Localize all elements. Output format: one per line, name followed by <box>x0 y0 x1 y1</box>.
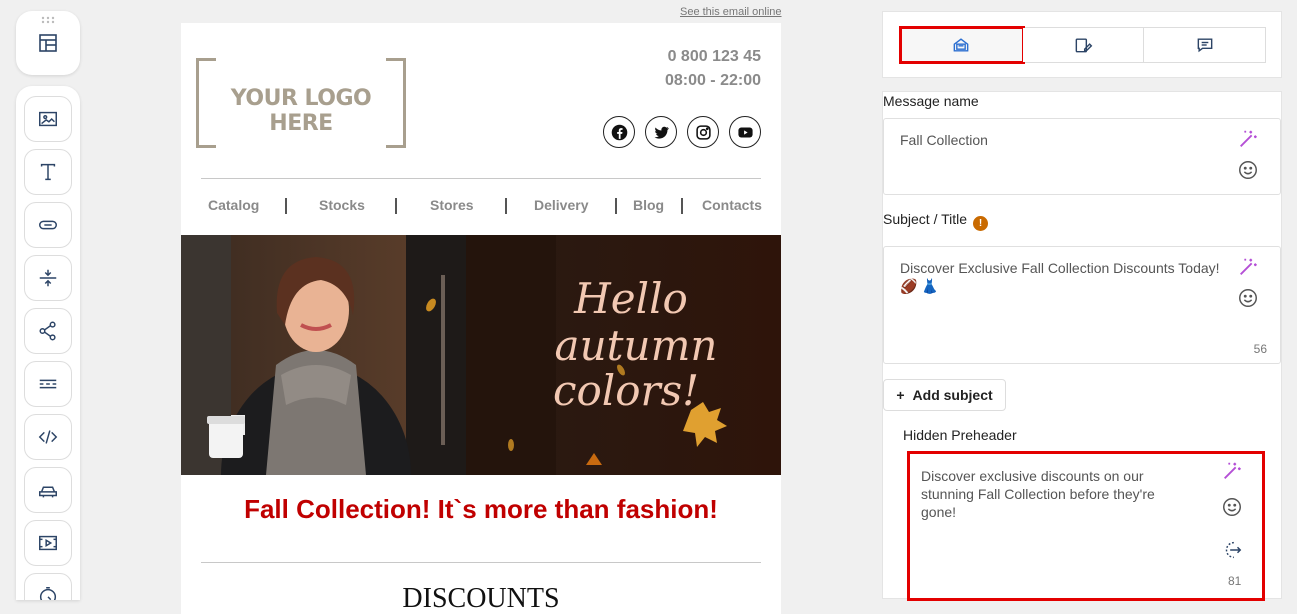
tab-comments[interactable] <box>1144 28 1266 62</box>
comments-icon <box>1197 38 1213 53</box>
message-name-field[interactable]: Fall Collection <box>883 118 1281 195</box>
image-icon <box>39 111 57 127</box>
preview-icon <box>1075 38 1093 53</box>
ai-magic-wand-icon[interactable] <box>1237 128 1259 150</box>
insert-variable-icon[interactable] <box>1221 539 1243 561</box>
subject-label: Subject / Title! <box>883 211 989 231</box>
menu-separator <box>505 198 507 214</box>
settings-tabs-card <box>882 11 1282 78</box>
menu-item-catalog[interactable]: Catalog <box>208 197 259 213</box>
divider-block-button[interactable] <box>24 361 72 407</box>
subject-value: Discover Exclusive Fall Collection Disco… <box>900 260 1220 294</box>
ai-magic-wand-icon[interactable] <box>1237 256 1259 278</box>
text-icon <box>40 163 56 181</box>
logo-placeholder[interactable]: YOUR LOGO HERE <box>196 58 406 148</box>
timer-block-button[interactable] <box>24 573 72 600</box>
text-block-button[interactable] <box>24 149 72 195</box>
warning-icon[interactable]: ! <box>973 216 989 231</box>
video-icon <box>39 535 57 551</box>
hero-banner[interactable]: Hello autumn colors! <box>181 235 781 475</box>
image-block-button[interactable] <box>24 96 72 142</box>
menu-item-stores[interactable]: Stores <box>430 197 474 213</box>
menu-separator <box>395 198 397 214</box>
message-name-label: Message name <box>883 93 979 109</box>
working-hours: 08:00 - 22:00 <box>664 72 761 89</box>
menu-item-blog[interactable]: Blog <box>633 197 664 213</box>
content-divider <box>201 562 761 563</box>
ai-magic-wand-icon[interactable] <box>1221 460 1243 482</box>
share-icon <box>39 321 56 341</box>
video-block-button[interactable] <box>24 520 72 566</box>
code-icon <box>38 430 58 444</box>
hero-text-line3: colors! <box>553 366 699 415</box>
settings-tabs <box>899 26 1266 64</box>
html-block-button[interactable] <box>24 414 72 460</box>
social-links <box>603 116 761 148</box>
preheader-char-counter: 81 <box>1228 574 1242 588</box>
emoji-icon[interactable] <box>1237 159 1259 181</box>
tab-preview[interactable] <box>1022 28 1145 62</box>
hero-text-line2: autumn <box>555 321 718 370</box>
menu-separator <box>615 198 617 214</box>
drag-handle-icon[interactable] <box>40 16 56 24</box>
header-divider <box>201 178 761 179</box>
divider-icon <box>39 379 57 389</box>
message-name-value: Fall Collection <box>900 132 988 148</box>
instagram-icon <box>695 124 711 140</box>
social-block-button[interactable] <box>24 308 72 354</box>
menu-separator <box>285 198 287 214</box>
structure-panel[interactable] <box>16 11 80 75</box>
product-icon <box>39 486 57 498</box>
menu-separator <box>681 198 683 214</box>
facebook-icon <box>611 124 627 140</box>
twitter-link[interactable] <box>645 116 677 148</box>
youtube-link[interactable] <box>729 116 761 148</box>
add-subject-label: Add subject <box>912 387 993 403</box>
blocks-toolbar <box>16 86 80 600</box>
subject-field[interactable]: Discover Exclusive Fall Collection Disco… <box>883 246 1281 364</box>
instagram-link[interactable] <box>687 116 719 148</box>
product-block-button[interactable] <box>24 467 72 513</box>
preheader-field[interactable]: Discover exclusive discounts on our stun… <box>907 451 1265 601</box>
menu-item-contacts[interactable]: Contacts <box>702 197 762 213</box>
spacer-block-button[interactable] <box>24 255 72 301</box>
spacer-icon <box>39 269 57 287</box>
menu-item-stocks[interactable]: Stocks <box>319 197 365 213</box>
button-block-button[interactable] <box>24 202 72 248</box>
email-canvas: YOUR LOGO HERE 0 800 123 45 08:00 - 22:0… <box>181 23 781 614</box>
subject-char-counter: 56 <box>1253 342 1267 356</box>
contact-info: 0 800 123 45 08:00 - 22:00 <box>665 45 761 93</box>
emoji-icon[interactable] <box>1237 287 1259 309</box>
logo-text: YOUR LOGO HERE <box>230 86 372 136</box>
button-icon <box>39 220 57 230</box>
tab-email-settings[interactable] <box>899 26 1025 64</box>
message-settings-panel: Message name Fall Collection Subject / T… <box>882 91 1282 601</box>
see-online-link[interactable]: See this email online <box>680 6 782 18</box>
youtube-icon <box>737 127 753 137</box>
twitter-icon <box>654 126 669 139</box>
subject-label-text: Subject / Title <box>883 211 968 227</box>
timer-icon <box>39 587 57 600</box>
section-title[interactable]: DISCOUNTS <box>181 583 781 614</box>
email-settings-icon <box>953 38 969 52</box>
layout-icon[interactable] <box>36 31 60 55</box>
menu-item-delivery[interactable]: Delivery <box>534 197 588 213</box>
phone-number: 0 800 123 45 <box>667 48 761 65</box>
emoji-icon[interactable] <box>1221 496 1243 518</box>
email-menu: Catalog Stocks Stores Delivery Blog Cont… <box>181 197 781 217</box>
preheader-value: Discover exclusive discounts on our stun… <box>921 468 1155 520</box>
facebook-link[interactable] <box>603 116 635 148</box>
hero-text-line1: Hello <box>573 274 688 323</box>
preheader-label: Hidden Preheader <box>903 427 1017 443</box>
plus-icon: + <box>896 387 905 403</box>
email-headline[interactable]: Fall Collection! It`s more than fashion! <box>181 494 781 525</box>
add-subject-button[interactable]: + Add subject <box>883 379 1006 411</box>
